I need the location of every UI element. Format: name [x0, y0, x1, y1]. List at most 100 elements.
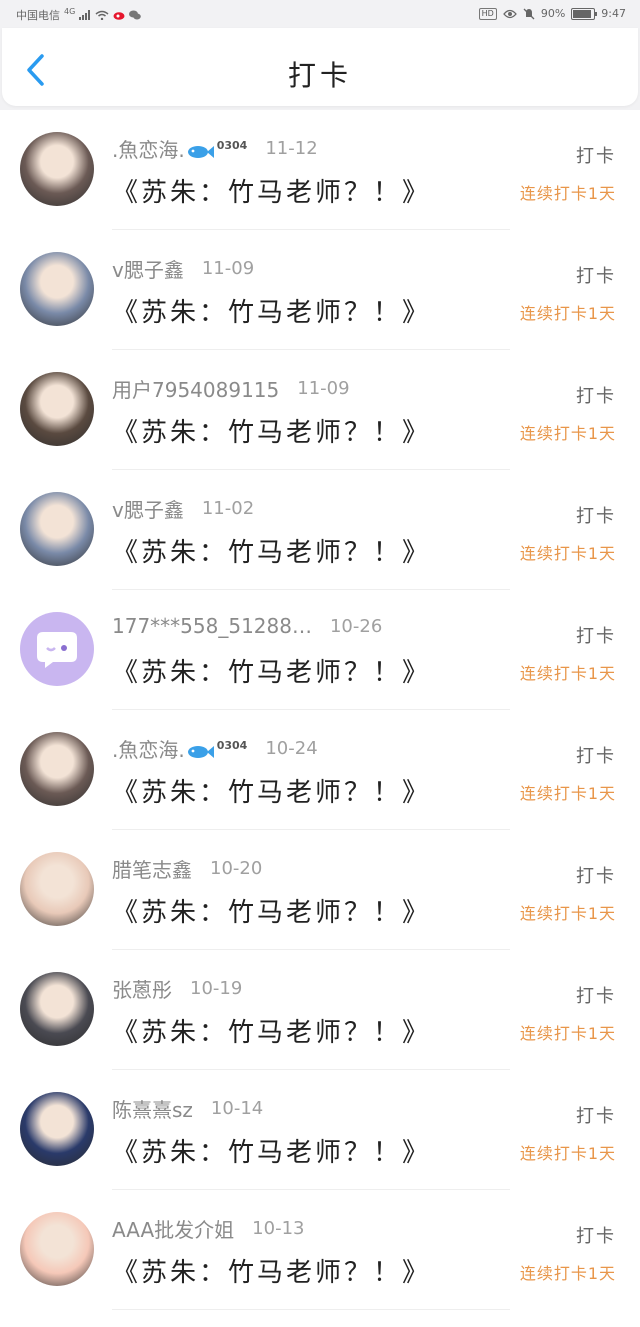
book-title: 《苏朱：竹马老师？！》: [112, 538, 432, 568]
streak-label: 连续打卡1天: [519, 904, 616, 923]
checkin-date: 11-02: [201, 498, 255, 519]
list-item[interactable]: AAA批发介姐 10-13 《苏朱：竹马老师？！》 打卡 连续打卡1天: [0, 1190, 640, 1310]
username[interactable]: AAA批发介姐: [112, 1218, 234, 1242]
avatar[interactable]: [20, 732, 94, 806]
streak-label: 连续打卡1天: [519, 184, 616, 203]
signal-icon: [79, 10, 91, 20]
checkin-date: 11-12: [265, 138, 318, 159]
username-line: v腮子鑫 11-02: [112, 494, 254, 523]
checkin-date: 11-09: [201, 258, 255, 279]
username-line: .魚恋海. 0304 11-12: [112, 134, 318, 163]
weibo-icon: [113, 12, 125, 20]
checkin-label: 打卡: [576, 1106, 616, 1127]
fan-badge-number: 0304: [216, 739, 248, 752]
battery-icon: [571, 7, 598, 20]
avatar[interactable]: [20, 132, 94, 206]
username-line: .魚恋海. 0304 10-24: [112, 734, 318, 763]
checkin-list: .魚恋海. 0304 11-12 《苏朱：竹马老师？！》 打卡 连续打卡1天 v腮子鑫 11-…: [0, 110, 640, 1327]
book-title: 《苏朱：竹马老师？！》: [112, 298, 432, 328]
avatar[interactable]: [20, 252, 94, 326]
mute-bell-icon: [523, 8, 535, 19]
username[interactable]: 腊笔志鑫: [112, 858, 192, 882]
username-wrap: v腮子鑫: [112, 254, 184, 283]
network-label: 4G: [64, 6, 76, 16]
avatar[interactable]: [20, 372, 94, 446]
checkin-date: 10-13: [252, 1218, 305, 1239]
checkin-label: 打卡: [576, 386, 616, 407]
username-line: 陈熹熹sz 10-14: [112, 1094, 263, 1123]
username-wrap: .魚恋海. 0304: [112, 734, 247, 763]
checkin-label: 打卡: [576, 626, 616, 647]
streak-label: 连续打卡1天: [519, 304, 616, 323]
checkin-label: 打卡: [576, 146, 616, 167]
username-wrap: 用户7954089115: [112, 374, 279, 403]
streak-label: 连续打卡1天: [519, 1264, 616, 1283]
checkin-date: 10-14: [210, 1098, 264, 1119]
streak-label: 连续打卡1天: [519, 1144, 616, 1163]
battery-percent: 90%: [540, 7, 566, 20]
username-wrap: 腊笔志鑫: [112, 854, 192, 883]
list-item[interactable]: 张蒽彤 10-19 《苏朱：竹马老师？！》 打卡 连续打卡1天: [0, 950, 640, 1070]
username-line: 张蒽彤 10-19: [112, 974, 242, 1003]
list-item[interactable]: 用户7954089115 11-09 《苏朱：竹马老师？！》 打卡连续打卡1天: [0, 350, 640, 470]
username[interactable]: 177***558_51288…: [112, 614, 312, 638]
chat-bubble-icon: [37, 632, 77, 668]
avatar[interactable]: [20, 1092, 94, 1166]
username[interactable]: 陈熹熹sz: [112, 1098, 193, 1122]
username-line: 用户7954089115 11-09: [112, 374, 350, 403]
list-item[interactable]: .魚恋海. 0304 11-12 《苏朱：竹马老师？！》 打卡 连续打卡1天: [0, 110, 640, 230]
list-item[interactable]: 腊笔志鑫 10-20 《苏朱：竹马老师？！》 打卡连续打卡1天: [0, 830, 640, 950]
checkin-date: 10-24: [265, 738, 318, 759]
streak-label: 连续打卡1天: [519, 544, 616, 563]
book-title: 《苏朱：竹马老师？！》: [112, 898, 432, 928]
battery-fill: [573, 9, 592, 18]
username[interactable]: v腮子鑫: [112, 258, 184, 282]
fish-icon: [187, 745, 214, 758]
username[interactable]: .魚恋海.: [112, 738, 185, 762]
username-wrap: 177***558_51288…: [112, 614, 312, 638]
list-item[interactable]: .魚恋海. 0304 10-24 《苏朱：竹马老师？！》 打卡 连续打卡1天: [0, 710, 640, 830]
username-line: AAA批发介姐 10-13: [112, 1214, 304, 1243]
username-wrap: 张蒽彤: [112, 974, 172, 1003]
page-title: 打卡: [287, 59, 352, 92]
username[interactable]: 张蒽彤: [112, 978, 172, 1002]
book-title: 《苏朱：竹马老师？！》: [112, 1138, 432, 1168]
list-item[interactable]: v腮子鑫 11-02 《苏朱：竹马老师？！》 打卡连续打卡1天: [0, 470, 640, 590]
username-line: v腮子鑫 11-09: [112, 254, 254, 283]
checkin-label: 打卡: [576, 1226, 616, 1247]
avatar[interactable]: [20, 852, 94, 926]
status-left: 中国电信 4G: [16, 6, 142, 23]
checkin-label: 打卡: [576, 746, 616, 767]
list-item[interactable]: 177***558_51288… 10-26 《苏朱：竹马老师？！》 打卡 连续打卡1天: [0, 590, 640, 710]
username-wrap: AAA批发介姐: [112, 1214, 234, 1243]
avatar[interactable]: [20, 972, 94, 1046]
book-title: 《苏朱：竹马老师？！》: [112, 418, 432, 448]
fan-badge-number: 0304: [216, 139, 248, 152]
checkin-date: 10-19: [190, 978, 243, 999]
list-item[interactable]: v腮子鑫 11-09 《苏朱：竹马老师？！》 打卡 连续打卡1天: [0, 230, 640, 350]
username-wrap: v腮子鑫: [112, 494, 184, 523]
checkin-label: 打卡: [576, 866, 616, 887]
avatar[interactable]: [20, 612, 94, 686]
username[interactable]: .魚恋海.: [112, 138, 185, 162]
checkin-label: 打卡: [576, 986, 616, 1007]
book-title: 《苏朱：竹马老师？！》: [112, 1018, 432, 1048]
book-title: 《苏朱：竹马老师？！》: [112, 658, 432, 688]
status-bar: 中国电信 4G HD 90% 9:47: [0, 0, 640, 28]
avatar[interactable]: [20, 1212, 94, 1286]
checkin-date: 11-09: [297, 378, 350, 399]
checkin-date: 10-20: [210, 858, 263, 879]
streak-label: 连续打卡1天: [519, 424, 616, 443]
eye-icon: [502, 9, 517, 18]
hd-badge: HD: [478, 7, 497, 20]
status-right: HD 90% 9:47: [478, 7, 626, 20]
checkin-label: 打卡: [576, 506, 616, 527]
avatar[interactable]: [20, 492, 94, 566]
username-wrap: .魚恋海. 0304: [112, 134, 247, 163]
username[interactable]: v腮子鑫: [112, 498, 184, 522]
clock: 9:47: [601, 7, 626, 20]
book-title: 《苏朱：竹马老师？！》: [112, 778, 432, 808]
username[interactable]: 用户7954089115: [112, 378, 279, 402]
wifi-icon: [95, 10, 109, 20]
list-item[interactable]: 陈熹熹sz 10-14 《苏朱：竹马老师？！》 打卡连续打卡1天: [0, 1070, 640, 1190]
